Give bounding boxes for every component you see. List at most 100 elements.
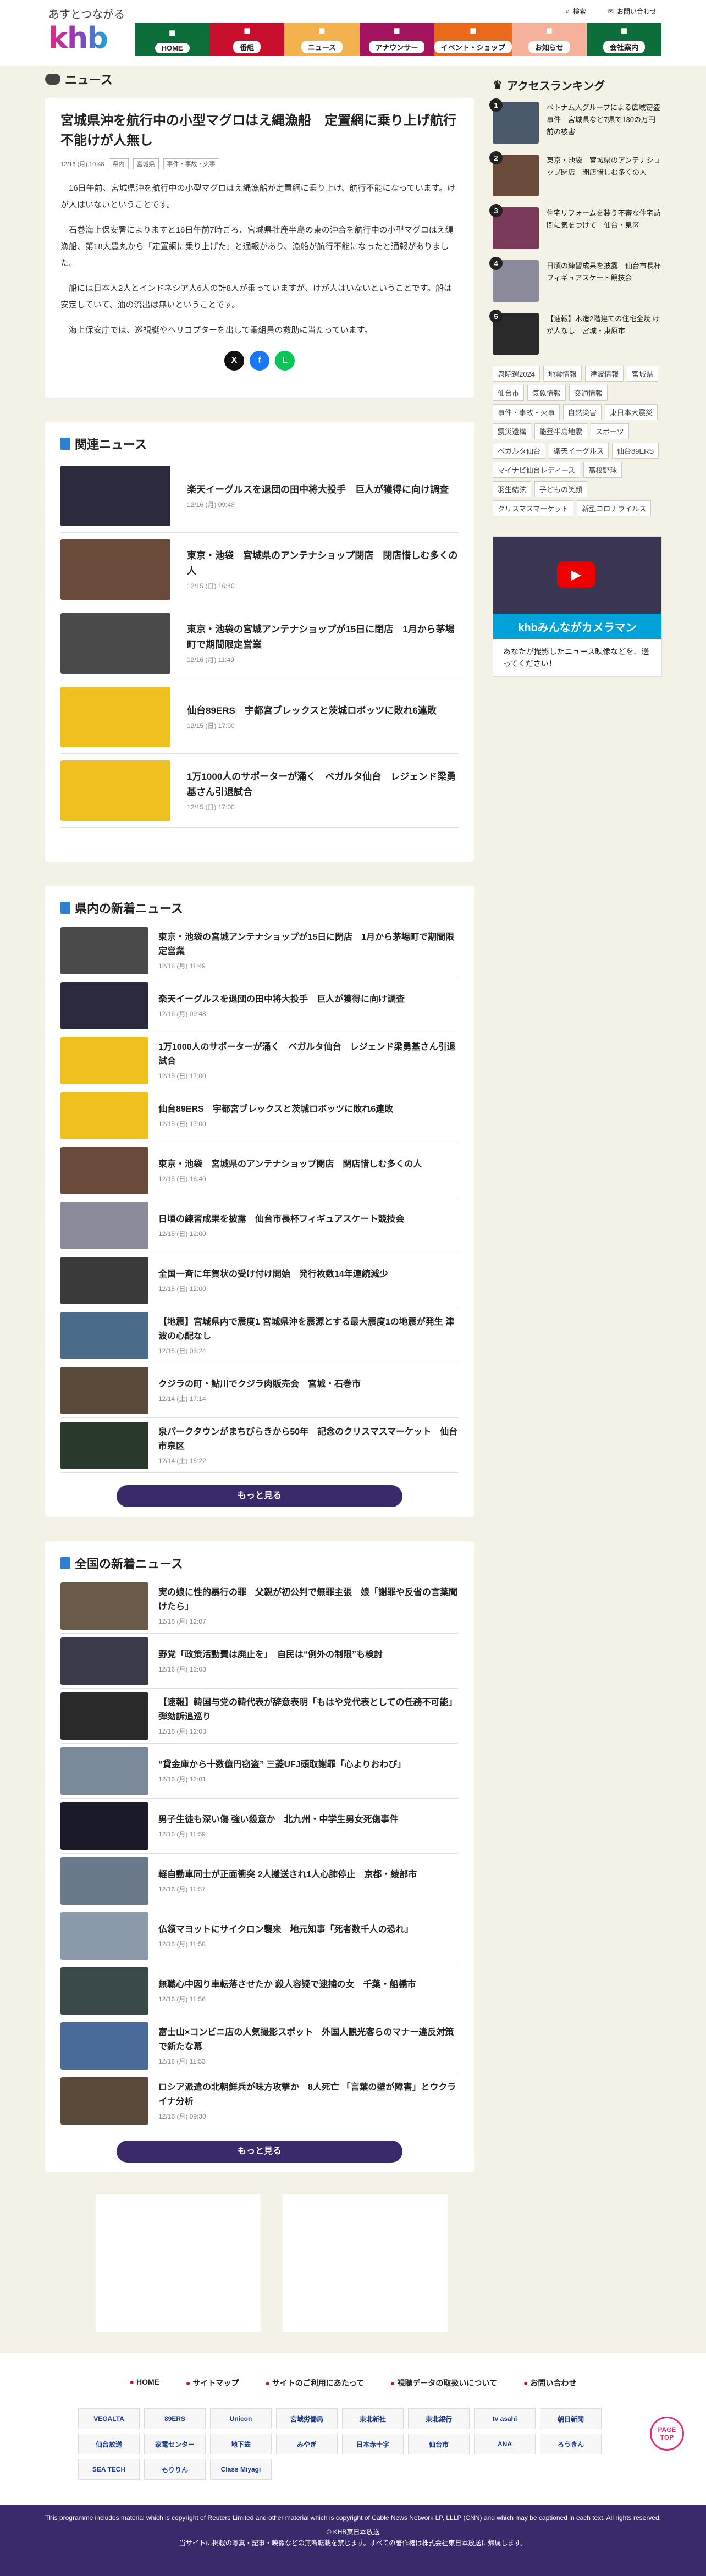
ranking-item[interactable]: 1 ベトナム人グループによる広域窃盗事件 宮城県など7県で130の万円前の被害 xyxy=(489,98,662,144)
page-top-button[interactable]: PAGE TOP xyxy=(650,2417,684,2451)
sponsor-logo[interactable]: ANA xyxy=(474,2434,536,2454)
sponsor-logo[interactable]: もりりん xyxy=(144,2459,206,2480)
sponsor-logo[interactable]: 地下鉄 xyxy=(210,2434,272,2454)
search-link[interactable]: ⌕ 検索 xyxy=(566,7,586,16)
news-item[interactable]: 男子生徒も深い傷 強い殺意か 北九州・中学生男女死傷事件 12/16 (月) 11… xyxy=(60,1799,459,1854)
topic-tag[interactable]: 新型コロナウイルス xyxy=(577,500,652,516)
news-item[interactable]: 仙台89ERS 宇都宮ブレックスと茨城ロボッツに敗れ6連敗 12/15 (日) 1… xyxy=(60,1088,459,1143)
sponsor-logo[interactable]: 89ERS xyxy=(144,2408,206,2429)
news-item[interactable]: 【地震】宮城県内で震度1 宮城県沖を震源とする最大震度1の地震が発生 津波の心配… xyxy=(60,1308,459,1363)
news-item[interactable]: 全国一斉に年賀状の受け付け開始 発行枚数14年連続減少 12/15 (日) 12:… xyxy=(60,1253,459,1308)
article-tag[interactable]: 県内 xyxy=(108,158,129,169)
news-date: 12/16 (月) 12:07 xyxy=(158,1618,206,1625)
ranking-item[interactable]: 5 【速報】木造2階建ての住宅全焼 けが人なし 宮城・東原市 xyxy=(489,310,662,355)
sponsor-logo[interactable]: 日本赤十字 xyxy=(342,2434,404,2454)
sponsor-logo[interactable]: みやぎ xyxy=(276,2434,338,2454)
sponsor-logo[interactable]: ろうきん xyxy=(540,2434,602,2454)
topic-tag[interactable]: 仙台市 xyxy=(493,385,525,401)
ad-slot[interactable] xyxy=(96,2194,261,2332)
news-item[interactable]: 東京・池袋の宮城アンテナショップが15日に閉店 1月から茅場町で期間限定営業 12… xyxy=(60,606,459,680)
footer-link[interactable]: 視聴データの取扱いについて xyxy=(390,2378,497,2389)
news-item[interactable]: 富士山×コンビニ店の人気撮影スポット 外国人観光客らのマナー違反対策で新たな幕 1… xyxy=(60,2018,459,2073)
topic-tag[interactable]: 仙台89ERS xyxy=(612,443,659,459)
news-item[interactable]: 1万1000人のサポーターが涌く ベガルタ仙台 レジェンド梁勇基さん引退試合 12… xyxy=(60,1033,459,1088)
news-item[interactable]: クジラの町・鮎川でクジラ肉販売会 宮城・石巻市 12/14 (土) 17:14 xyxy=(60,1363,459,1418)
cameraman-banner[interactable]: ▶ khbみんながカメラマン あなたが撮影したニュース映像などを、送ってください… xyxy=(493,536,662,677)
topic-tag[interactable]: クリスマスマーケット xyxy=(493,500,574,516)
footer-link[interactable]: HOME xyxy=(130,2378,159,2389)
topic-tag[interactable]: 地震情報 xyxy=(543,366,582,382)
sponsor-logo[interactable]: 東北新社 xyxy=(342,2408,404,2429)
news-item[interactable]: 楽天イーグルスを退団の田中将大投手 巨人が獲得に向け調査 12/16 (月) 09… xyxy=(60,459,459,533)
sponsor-logo[interactable]: Unicon xyxy=(210,2408,272,2429)
topic-tag[interactable]: 津波情報 xyxy=(584,366,624,382)
topic-tag[interactable]: 交通情報 xyxy=(569,385,608,401)
topic-tag[interactable]: 高校野球 xyxy=(583,462,622,478)
x-icon[interactable]: X xyxy=(224,351,244,371)
news-item[interactable]: 泉パークタウンがまちびらきから50年 記念のクリスマスマーケット 仙台市泉区 12… xyxy=(60,1418,459,1473)
ranking-item[interactable]: 3 住宅リフォームを装う不審な住宅訪問に気をつけて 仙台・泉区 xyxy=(489,204,662,249)
ranking-item[interactable]: 4 日頃の練習成果を披露 仙台市長杯フィギュアスケート競技会 xyxy=(489,257,662,302)
news-item[interactable]: “貸金庫から十数億円窃盗” 三菱UFJ頭取謝罪「心よりおわび」 12/16 (月)… xyxy=(60,1744,459,1799)
nav-item-1[interactable]: ■ 番組 xyxy=(209,23,285,56)
news-item[interactable]: 無職心中図り車転落させたか 殺人容疑で逮捕の女 千葉・船橋市 12/16 (月) … xyxy=(60,1963,459,2018)
news-item[interactable]: 仙台89ERS 宇都宮ブレックスと茨城ロボッツに敗れ6連敗 12/15 (日) 1… xyxy=(60,680,459,754)
news-item[interactable]: 軽自動車同士が正面衝突 2人搬送され1人心肺停止 京都・綾部市 12/16 (月)… xyxy=(60,1854,459,1908)
footer-link[interactable]: サイトのご利用にあたって xyxy=(265,2378,364,2389)
topic-tag[interactable]: マイナビ仙台レディース xyxy=(493,462,581,478)
line-icon[interactable]: L xyxy=(275,351,295,371)
topic-tag[interactable]: 東日本大震災 xyxy=(605,404,658,420)
sponsor-logo[interactable]: 仙台放送 xyxy=(78,2434,140,2454)
sponsor-logo[interactable]: 家電センター xyxy=(144,2434,206,2454)
topic-tag[interactable]: 能登半島地震 xyxy=(534,423,588,439)
article-tag[interactable]: 宮城県 xyxy=(133,158,159,169)
nav-item-5[interactable]: ■ お知らせ xyxy=(511,23,587,56)
topic-tag[interactable]: 事件・事故・火事 xyxy=(493,404,560,420)
news-item[interactable]: 実の娘に性的暴行の罪 父親が初公判で無罪主張 娘「謝罪や反省の言葉聞けたら」 12… xyxy=(60,1579,459,1634)
contact-link[interactable]: ✉ お問い合わせ xyxy=(608,7,657,16)
local-more-button[interactable]: もっと見る xyxy=(117,1485,402,1507)
topic-tag[interactable]: 楽天イーグルス xyxy=(549,443,609,459)
sponsor-logo[interactable]: tv asahi xyxy=(474,2408,536,2429)
nav-item-4[interactable]: ■ イベント・ショップ xyxy=(434,23,512,56)
nav-item-0[interactable]: ■ HOME xyxy=(135,23,210,56)
news-item[interactable]: 東京・池袋 宮城県のアンテナショップ閉店 閉店惜しむ多くの人 12/15 (日) … xyxy=(60,1143,459,1198)
sponsor-logo[interactable]: 宮城労働局 xyxy=(276,2408,338,2429)
news-item[interactable]: 東京・池袋 宮城県のアンテナショップ閉店 閉店惜しむ多くの人 12/15 (日) … xyxy=(60,533,459,606)
nav-item-3[interactable]: ■ アナウンサー xyxy=(359,23,434,56)
news-item[interactable]: 楽天イーグルスを退団の田中将大投手 巨人が獲得に向け調査 12/16 (月) 09… xyxy=(60,978,459,1033)
article-tag[interactable]: 事件・事故・火事 xyxy=(163,158,219,169)
ranking-item[interactable]: 2 東京・池袋 宮城県のアンテナショップ閉店 閉店惜しむ多くの人 xyxy=(489,151,662,196)
news-title: 仙台89ERS 宇都宮ブレックスと茨城ロボッツに敗れ6連敗 xyxy=(158,1105,394,1114)
ad-slot[interactable] xyxy=(283,2194,448,2332)
sponsor-logo[interactable]: 仙台市 xyxy=(408,2434,470,2454)
topic-tag[interactable]: 羽生結弦 xyxy=(493,481,532,497)
news-item[interactable]: 東京・池袋の宮城アンテナショップが15日に閉店 1月から茅場町で期間限定営業 12… xyxy=(60,923,459,978)
sponsor-logo[interactable]: SEA TECH xyxy=(78,2459,140,2480)
sponsor-logo[interactable]: VEGALTA xyxy=(78,2408,140,2429)
news-item[interactable]: 野党「政策活動費は廃止を」 自民は“例外の制限”も検討 12/16 (月) 12:… xyxy=(60,1634,459,1689)
topic-tag[interactable]: 子どもの笑顔 xyxy=(534,481,588,497)
news-item[interactable]: 【速報】韓国与党の韓代表が辞意表明「もはや党代表としての任務不可能」弾劾訴追巡り… xyxy=(60,1689,459,1744)
topic-tag[interactable]: 衆院選2024 xyxy=(493,366,540,382)
news-item[interactable]: 1万1000人のサポーターが涌く ベガルタ仙台 レジェンド梁勇基さん引退試合 12… xyxy=(60,754,459,828)
footer-link[interactable]: サイトマップ xyxy=(186,2378,239,2389)
khb-logo[interactable]: khb xyxy=(48,21,108,56)
sponsor-logo[interactable]: Class Miyagi xyxy=(210,2459,272,2480)
news-item[interactable]: 仏領マヨットにサイクロン襲来 地元知事「死者数千人の恐れ」 12/16 (月) 1… xyxy=(60,1908,459,1963)
national-more-button[interactable]: もっと見る xyxy=(117,2141,402,2163)
topic-tag[interactable]: 自然災害 xyxy=(563,404,602,420)
topic-tag[interactable]: スポーツ xyxy=(591,423,629,439)
topic-tag[interactable]: 気象情報 xyxy=(527,385,566,401)
news-item[interactable]: 日頃の練習成果を披露 仙台市長杯フィギュアスケート競技会 12/15 (日) 12… xyxy=(60,1198,459,1253)
sponsor-logo[interactable]: 東北銀行 xyxy=(408,2408,470,2429)
sponsor-logo[interactable]: 朝日新聞 xyxy=(540,2408,602,2429)
nav-item-2[interactable]: ■ ニュース xyxy=(284,23,360,56)
footer-link[interactable]: お問い合わせ xyxy=(523,2378,576,2389)
nav-item-6[interactable]: ■ 会社案内 xyxy=(586,23,662,56)
news-item[interactable]: ロシア派遣の北朝鮮兵が味方攻撃か 8人死亡 「言葉の壁が障害」とウクライナ分析 1… xyxy=(60,2073,459,2128)
topic-tag[interactable]: ベガルタ仙台 xyxy=(493,443,546,459)
topic-tag[interactable]: 震災遺構 xyxy=(493,423,532,439)
topic-tag[interactable]: 宮城県 xyxy=(626,366,658,382)
facebook-icon[interactable]: f xyxy=(250,351,269,371)
